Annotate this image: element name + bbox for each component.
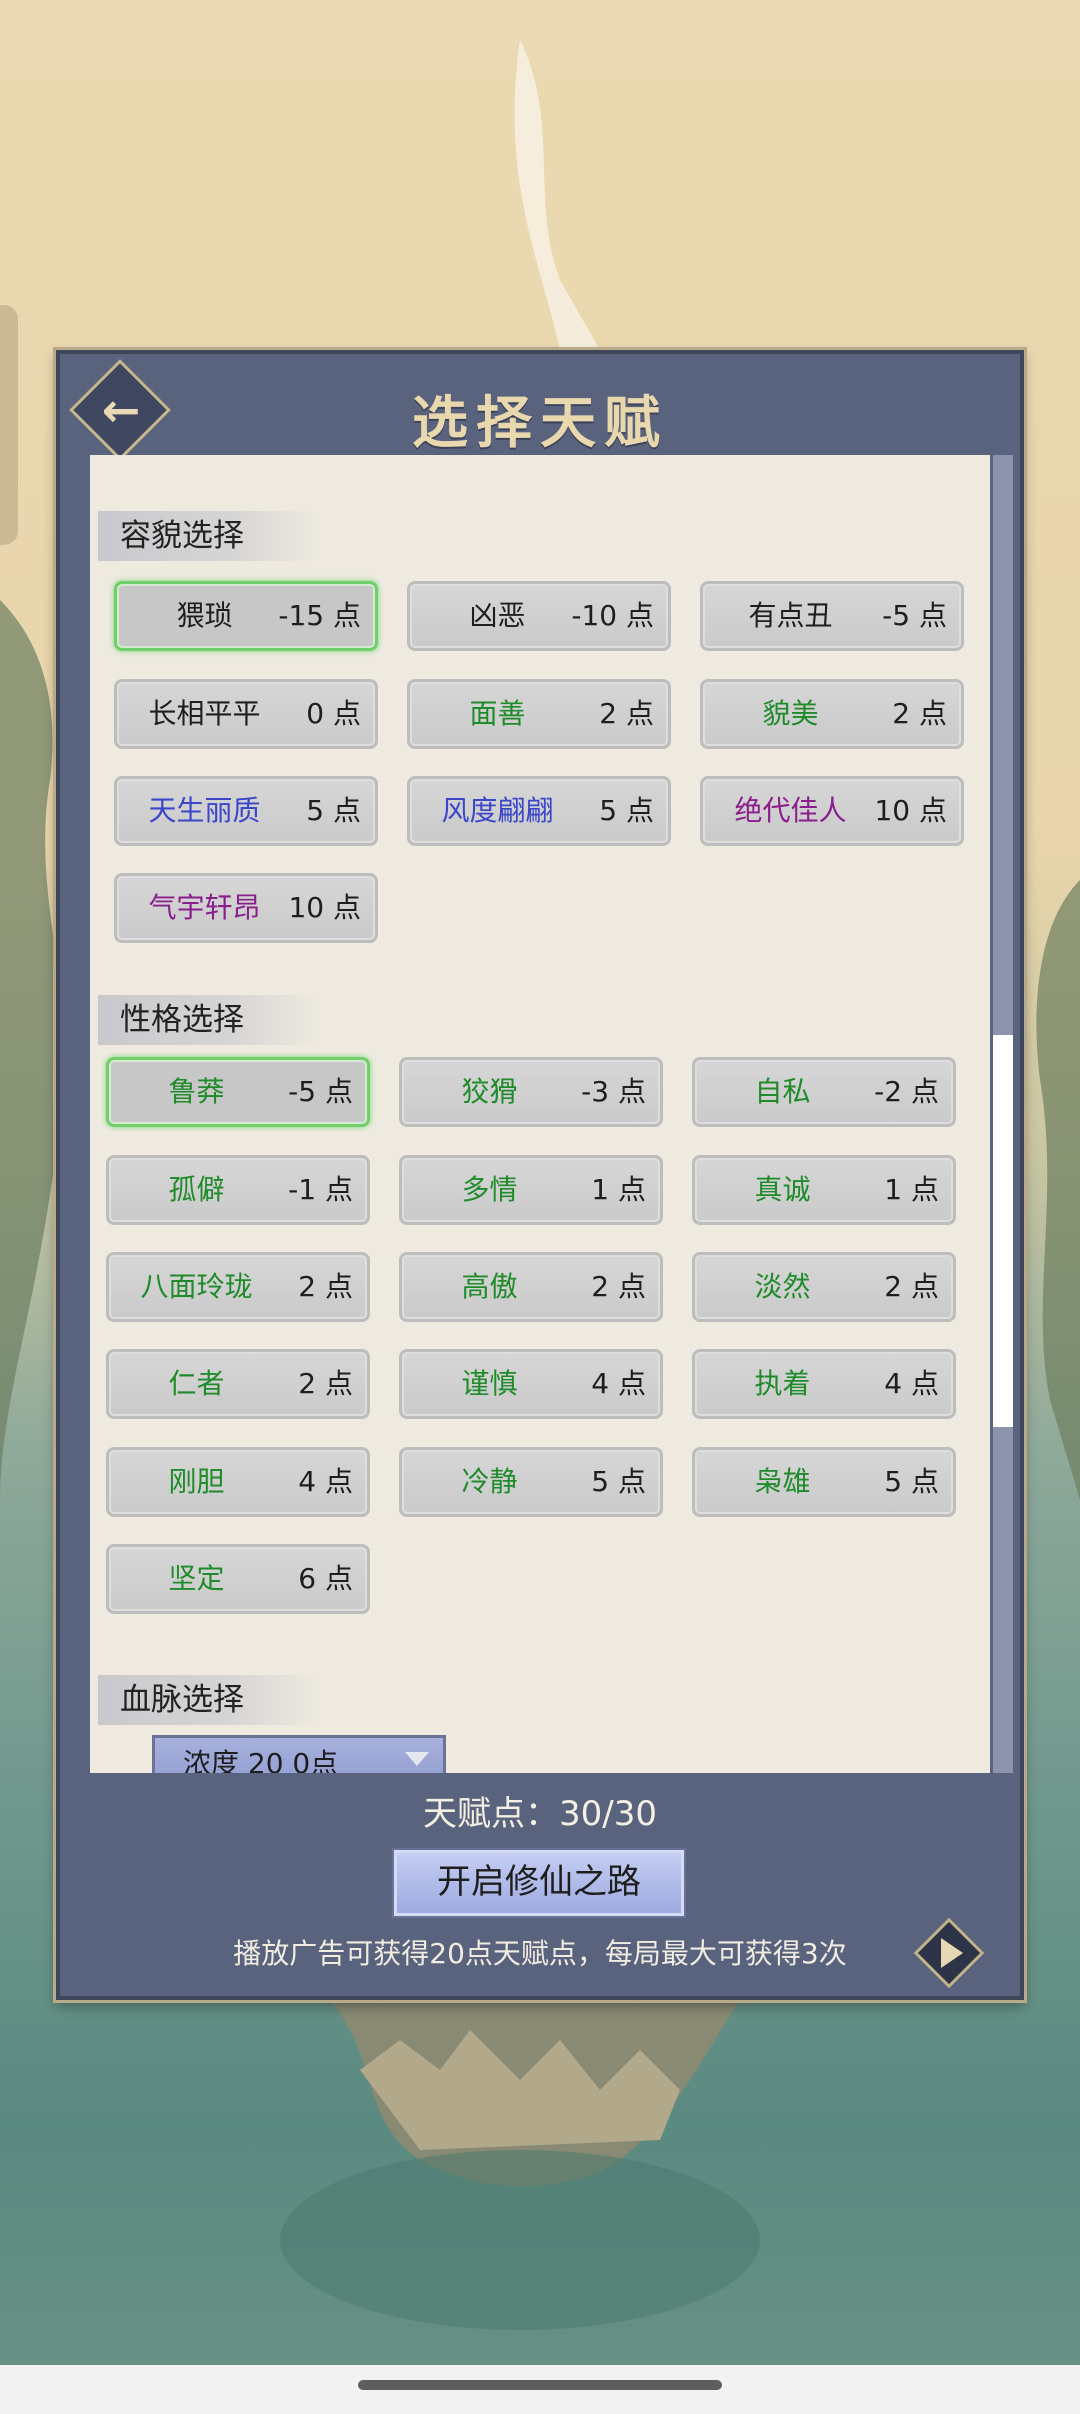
bloodline-dropdown-value: 浓度 20 0点 bbox=[183, 1747, 339, 1773]
page-title: 选择天赋 bbox=[412, 390, 668, 456]
talent-points: 5 点 bbox=[884, 1465, 939, 1498]
bloodline-dropdown[interactable]: 浓度 20 0点 bbox=[152, 1735, 446, 1773]
talent-button[interactable]: 貌美 2 点 bbox=[700, 679, 964, 749]
talent-name: 鲁莽 bbox=[168, 1075, 225, 1108]
talent-button[interactable]: 真诚 1 点 bbox=[692, 1155, 956, 1225]
talent-points: 5 点 bbox=[599, 794, 654, 827]
section-bloodline-title: 血脉选择 bbox=[98, 1675, 318, 1725]
talent-name: 高傲 bbox=[461, 1270, 518, 1303]
talent-points: 2 点 bbox=[298, 1270, 353, 1303]
talent-points: 0 点 bbox=[306, 697, 361, 730]
talent-points: 2 点 bbox=[599, 697, 654, 730]
talent-button[interactable]: 谨慎 4 点 bbox=[399, 1349, 663, 1419]
talent-name: 貌美 bbox=[762, 697, 819, 730]
talent-name: 坚定 bbox=[168, 1562, 225, 1595]
talent-points: -15 点 bbox=[278, 599, 361, 632]
talent-name: 谨慎 bbox=[461, 1367, 518, 1400]
talent-name: 面善 bbox=[469, 697, 526, 730]
talent-button[interactable]: 淡然 2 点 bbox=[692, 1252, 956, 1322]
talent-points: 10 点 bbox=[288, 891, 361, 924]
talent-name: 气宇轩昂 bbox=[148, 891, 261, 924]
talent-points-counter: 天赋点：30/30 bbox=[423, 1794, 657, 1834]
talent-name: 自私 bbox=[754, 1075, 811, 1108]
talent-button[interactable]: 多情 1 点 bbox=[399, 1155, 663, 1225]
section-appearance-title: 容貌选择 bbox=[98, 511, 318, 561]
talent-name: 风度翩翩 bbox=[441, 794, 554, 827]
talent-name: 有点丑 bbox=[748, 599, 833, 632]
talent-button[interactable]: 狡猾 -3 点 bbox=[399, 1057, 663, 1127]
play-icon bbox=[941, 1938, 963, 1968]
talent-name: 刚胆 bbox=[168, 1465, 225, 1498]
talent-points: 5 点 bbox=[591, 1465, 646, 1498]
talent-name: 八面玲珑 bbox=[140, 1270, 253, 1303]
triangle-down-icon bbox=[405, 1752, 429, 1766]
talent-button[interactable]: 风度翩翩 5 点 bbox=[407, 776, 671, 846]
scrollbar-thumb[interactable] bbox=[993, 1035, 1013, 1427]
talent-button[interactable]: 八面玲珑 2 点 bbox=[106, 1252, 370, 1322]
talent-button[interactable]: 鲁莽 -5 点 bbox=[106, 1057, 370, 1127]
talent-button[interactable]: 天生丽质 5 点 bbox=[114, 776, 378, 846]
talent-button[interactable]: 面善 2 点 bbox=[407, 679, 671, 749]
talent-points: -5 点 bbox=[288, 1075, 353, 1108]
talent-points: 2 点 bbox=[591, 1270, 646, 1303]
talent-name: 淡然 bbox=[754, 1270, 811, 1303]
talent-points: 2 点 bbox=[892, 697, 947, 730]
talent-points: 2 点 bbox=[884, 1270, 939, 1303]
talent-name: 猥琐 bbox=[176, 599, 233, 632]
talent-button[interactable]: 猥琐 -15 点 bbox=[114, 581, 378, 651]
talent-list: 容貌选择 猥琐 -15 点 凶恶 -10 点 有点丑 -5 点 长相平平 0 点… bbox=[90, 455, 990, 1773]
talent-button[interactable]: 高傲 2 点 bbox=[399, 1252, 663, 1322]
section-personality-title: 性格选择 bbox=[98, 995, 318, 1045]
talent-points: 4 点 bbox=[298, 1465, 353, 1498]
talent-name: 长相平平 bbox=[148, 697, 261, 730]
talent-points: -2 点 bbox=[874, 1075, 939, 1108]
talent-button[interactable]: 坚定 6 点 bbox=[106, 1544, 370, 1614]
talent-name: 枭雄 bbox=[754, 1465, 811, 1498]
talent-button[interactable]: 枭雄 5 点 bbox=[692, 1447, 956, 1517]
talent-points: 5 点 bbox=[306, 794, 361, 827]
talent-points: 10 点 bbox=[874, 794, 947, 827]
talent-button[interactable]: 执着 4 点 bbox=[692, 1349, 956, 1419]
talent-button[interactable]: 自私 -2 点 bbox=[692, 1057, 956, 1127]
talent-button[interactable]: 孤僻 -1 点 bbox=[106, 1155, 370, 1225]
home-indicator[interactable] bbox=[358, 2380, 722, 2390]
talent-points: -5 点 bbox=[882, 599, 947, 632]
talent-name: 多情 bbox=[461, 1173, 518, 1206]
talent-points: -10 点 bbox=[571, 599, 654, 632]
talent-name: 狡猾 bbox=[461, 1075, 518, 1108]
talent-points: -1 点 bbox=[288, 1173, 353, 1206]
talent-name: 凶恶 bbox=[469, 599, 526, 632]
talent-name: 绝代佳人 bbox=[734, 794, 847, 827]
talent-button[interactable]: 绝代佳人 10 点 bbox=[700, 776, 964, 846]
talent-name: 仁者 bbox=[168, 1367, 225, 1400]
talent-button[interactable]: 有点丑 -5 点 bbox=[700, 581, 964, 651]
talent-button[interactable]: 冷静 5 点 bbox=[399, 1447, 663, 1517]
talent-points: 6 点 bbox=[298, 1562, 353, 1595]
talent-name: 冷静 bbox=[461, 1465, 518, 1498]
talent-button[interactable]: 长相平平 0 点 bbox=[114, 679, 378, 749]
talent-name: 执着 bbox=[754, 1367, 811, 1400]
talent-points: 4 点 bbox=[591, 1367, 646, 1400]
talent-points: 1 点 bbox=[591, 1173, 646, 1206]
talent-button[interactable]: 气宇轩昂 10 点 bbox=[114, 873, 378, 943]
start-cultivation-button[interactable]: 开启修仙之路 bbox=[394, 1850, 684, 1916]
talent-button[interactable]: 仁者 2 点 bbox=[106, 1349, 370, 1419]
talent-name: 天生丽质 bbox=[148, 794, 261, 827]
talent-button[interactable]: 凶恶 -10 点 bbox=[407, 581, 671, 651]
talent-points: 2 点 bbox=[298, 1367, 353, 1400]
talent-points: 4 点 bbox=[884, 1367, 939, 1400]
talent-points: 1 点 bbox=[884, 1173, 939, 1206]
talent-points: -3 点 bbox=[581, 1075, 646, 1108]
talent-button[interactable]: 刚胆 4 点 bbox=[106, 1447, 370, 1517]
talent-name: 孤僻 bbox=[168, 1173, 225, 1206]
talent-name: 真诚 bbox=[754, 1173, 811, 1206]
